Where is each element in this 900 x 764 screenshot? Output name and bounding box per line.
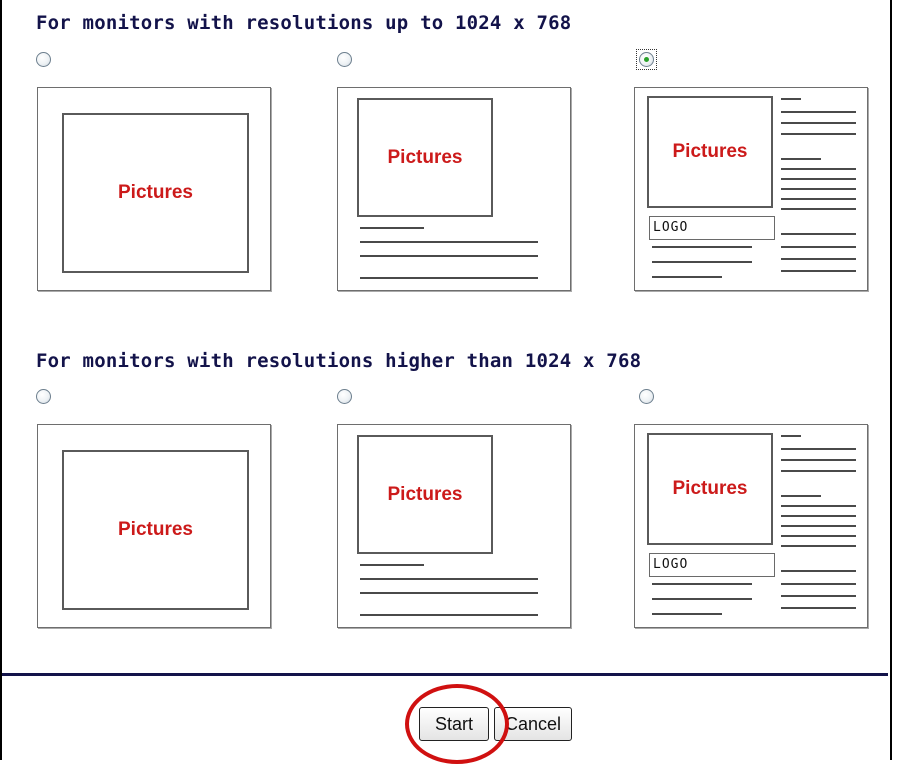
text-line [781,133,856,135]
text-line [781,495,821,497]
text-line [781,233,856,235]
text-line [781,515,856,517]
text-line [781,158,821,160]
logo-box: LOGO [649,553,775,577]
text-line [781,435,801,437]
text-line [781,98,801,100]
text-line [781,188,856,190]
text-line [360,592,538,594]
pictures-label: Pictures [387,146,463,168]
text-line [781,595,856,597]
text-line [781,448,856,450]
layout-preview-low-res-3[interactable]: Pictures LOGO [634,87,868,291]
text-line [360,255,538,257]
pictures-box: Pictures [357,435,493,554]
radio-high-res-layout-1[interactable] [36,389,51,404]
pictures-label: Pictures [387,483,463,505]
pictures-box: Pictures [647,433,773,545]
text-line [781,198,856,200]
pictures-box: Pictures [62,113,249,273]
text-line [781,270,856,272]
text-line [781,208,856,210]
text-line [781,178,856,180]
text-line [781,583,856,585]
radio-low-res-layout-1[interactable] [36,52,51,67]
pictures-label: Pictures [672,141,748,162]
text-line [360,277,538,279]
text-line [652,276,722,278]
start-button[interactable]: Start [419,707,489,741]
text-line [781,505,856,507]
text-line [652,261,752,263]
section-title-high-res: For monitors with resolutions higher tha… [36,350,642,372]
text-line [781,459,856,461]
text-line [360,578,538,580]
text-line [781,545,856,547]
pictures-label: Pictures [118,182,193,203]
text-line [652,246,752,248]
text-line [781,111,856,113]
text-line [781,570,856,572]
text-line [781,525,856,527]
text-line [781,168,856,170]
cancel-button[interactable]: Cancel [494,707,572,741]
text-line [652,613,722,615]
text-line [781,258,856,260]
section-divider [2,673,888,676]
text-line [360,241,538,243]
pictures-box: Pictures [62,450,249,610]
layout-preview-high-res-1[interactable]: Pictures [37,424,271,628]
text-line [781,535,856,537]
logo-box: LOGO [649,216,775,240]
text-line [781,246,856,248]
layout-preview-low-res-1[interactable]: Pictures [37,87,271,291]
radio-selected-dot [644,57,649,62]
text-line [781,122,856,124]
text-line [360,564,424,566]
text-line [781,470,856,472]
text-line [360,614,538,616]
pictures-box: Pictures [647,96,773,208]
radio-low-res-layout-3[interactable] [636,49,657,70]
text-line [360,227,424,229]
radio-high-res-layout-2[interactable] [337,389,352,404]
radio-high-res-layout-3[interactable] [639,389,654,404]
radio-low-res-layout-2[interactable] [337,52,352,67]
pictures-label: Pictures [118,519,193,540]
section-title-low-res: For monitors with resolutions up to 1024… [36,12,572,34]
text-line [652,583,752,585]
pictures-box: Pictures [357,98,493,217]
layout-preview-high-res-3[interactable]: Pictures LOGO [634,424,868,628]
pictures-label: Pictures [672,478,748,499]
layout-preview-low-res-2[interactable]: Pictures [337,87,571,291]
text-line [781,607,856,609]
text-line [652,598,752,600]
layout-preview-high-res-2[interactable]: Pictures [337,424,571,628]
